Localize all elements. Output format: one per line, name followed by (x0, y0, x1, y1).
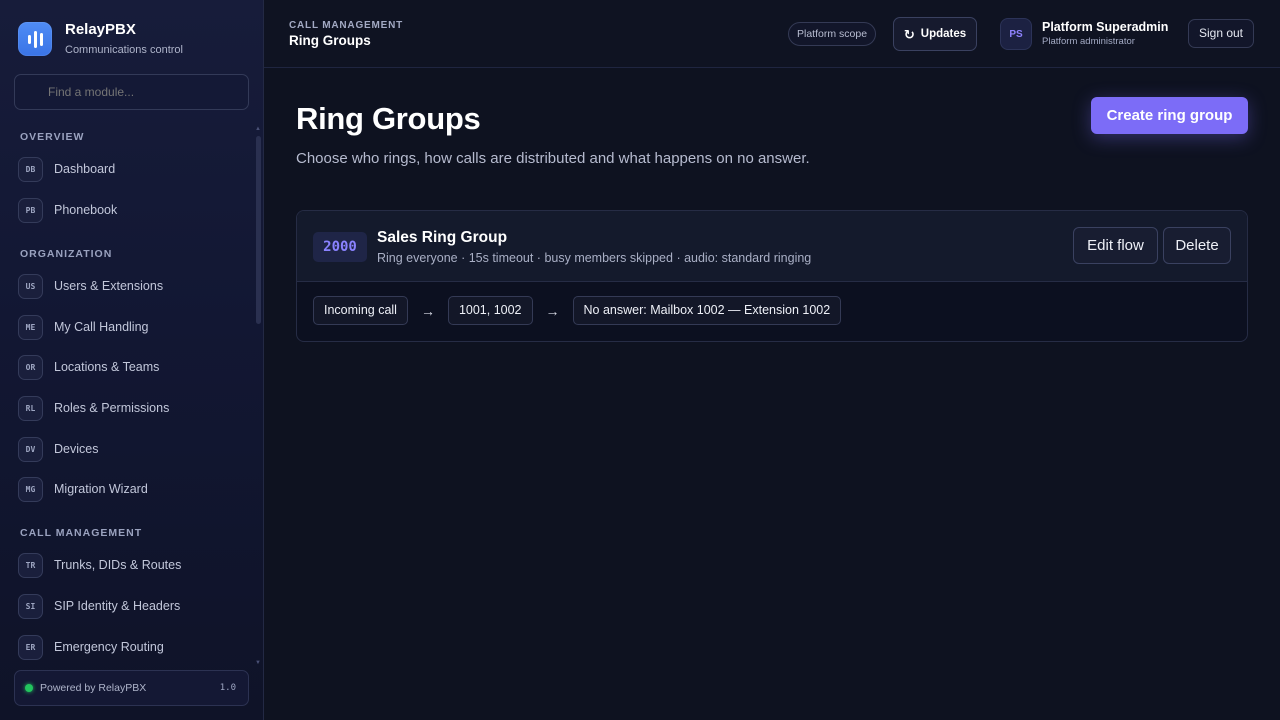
sidebar-item-label: Trunks, DIDs & Routes (54, 558, 182, 572)
sidebar-scroll-thumb[interactable] (256, 136, 261, 324)
sidebar-item-label: Dashboard (54, 162, 116, 176)
page-title: Ring Groups (296, 101, 481, 136)
sidebar-item-label: Migration Wizard (54, 482, 148, 496)
flow-step-incoming-call: Incoming call (313, 296, 408, 325)
ring-group-number: 2000 (313, 232, 367, 262)
sidebar-item-dashboard[interactable]: DB Dashboard (18, 156, 115, 182)
sidebar-item-phonebook[interactable]: PB Phonebook (18, 197, 117, 223)
sidebar-item-trunks-dids-routes[interactable]: TR Trunks, DIDs & Routes (18, 552, 181, 578)
flow-step-members: 1001, 1002 (447, 296, 533, 325)
sidebar-item-label: Devices (54, 442, 99, 456)
flow-step-no-answer: No answer: Mailbox 1002 — Extension 1002 (572, 296, 842, 325)
ring-group-meta: Ring everyone · 15s timeout · busy membe… (377, 251, 812, 265)
sip-identity-badge-icon: SI (18, 593, 43, 619)
version-label: 1.0 (219, 683, 236, 693)
sidebar-item-label: Emergency Routing (54, 640, 164, 654)
users-badge-icon: US (18, 273, 43, 299)
edit-flow-button[interactable]: Edit flow (1073, 227, 1158, 264)
breadcrumb-section: CALL MANAGEMENT (289, 20, 404, 31)
nav-section-overview: OVERVIEW (20, 131, 85, 143)
brand-name: RelayPBX (65, 21, 136, 38)
sidebar-item-label: Users & Extensions (54, 279, 164, 293)
create-ring-group-button[interactable]: Create ring group (1091, 97, 1248, 134)
devices-badge-icon: DV (18, 436, 43, 462)
sidebar-item-devices[interactable]: DV Devices (18, 436, 98, 462)
nav-section-call-management: CALL MANAGEMENT (20, 527, 143, 539)
sidebar-item-label: My Call Handling (54, 320, 149, 334)
avatar[interactable]: PS (1000, 18, 1032, 50)
refresh-icon: ↻ (903, 26, 915, 42)
ring-group-header: 2000 Sales Ring Group Ring everyone · 15… (297, 211, 1247, 282)
sidebar-item-sip-identity-headers[interactable]: SI SIP Identity & Headers (18, 593, 180, 619)
sidebar-item-label: Phonebook (54, 203, 118, 217)
nav-section-organization: ORGANIZATION (20, 248, 113, 260)
relaypbx-logo-icon (18, 22, 52, 56)
sidebar-item-emergency-routing[interactable]: ER Emergency Routing (18, 634, 164, 660)
top-bar: CALL MANAGEMENT Ring Groups Platform sco… (264, 0, 1280, 68)
updates-button[interactable]: ↻ Updates (893, 17, 977, 51)
user-name: Platform Superadmin (1042, 20, 1169, 34)
updates-label: Updates (920, 28, 967, 40)
scope-badge: Platform scope (788, 22, 877, 46)
sidebar: RelayPBX Communications control OVERVIEW… (0, 0, 264, 720)
arrow-right-icon: → (545, 302, 560, 319)
delete-button[interactable]: Delete (1163, 227, 1231, 264)
my-call-handling-badge-icon: ME (18, 314, 43, 340)
status-dot-icon (25, 684, 33, 692)
brand[interactable]: RelayPBX Communications control (18, 20, 183, 58)
brand-subtitle: Communications control (65, 44, 183, 56)
breadcrumb-title: Ring Groups (289, 33, 371, 48)
roles-badge-icon: RL (18, 395, 43, 421)
sidebar-item-label: Locations & Teams (54, 360, 160, 374)
arrow-right-icon: → (420, 302, 435, 319)
sidebar-item-users-extensions[interactable]: US Users & Extensions (18, 273, 163, 299)
sidebar-item-roles-permissions[interactable]: RL Roles & Permissions (18, 395, 169, 421)
phonebook-badge-icon: PB (18, 197, 43, 223)
ring-group-flow: Incoming call → 1001, 1002 → No answer: … (313, 296, 842, 325)
sidebar-item-migration-wizard[interactable]: MG Migration Wizard (18, 476, 148, 502)
ring-group-card: 2000 Sales Ring Group Ring everyone · 15… (296, 210, 1248, 342)
sign-out-button[interactable]: Sign out (1188, 19, 1254, 48)
trunks-badge-icon: TR (18, 552, 43, 578)
migration-badge-icon: MG (18, 476, 43, 502)
powered-by-text: Powered by RelayPBX (40, 682, 147, 694)
sidebar-item-label: SIP Identity & Headers (54, 599, 181, 613)
page-subtitle: Choose who rings, how calls are distribu… (296, 150, 810, 167)
emergency-badge-icon: ER (18, 634, 43, 660)
sidebar-item-locations-teams[interactable]: OR Locations & Teams (18, 354, 159, 380)
ring-group-name: Sales Ring Group (377, 229, 508, 246)
module-search-input[interactable] (14, 74, 249, 110)
user-role: Platform administrator (1042, 36, 1135, 47)
scroll-down-arrow-icon[interactable]: ▼ (254, 660, 262, 666)
dashboard-badge-icon: DB (18, 156, 43, 182)
sidebar-item-label: Roles & Permissions (54, 401, 170, 415)
locations-badge-icon: OR (18, 354, 43, 380)
powered-by-footer: Powered by RelayPBX 1.0 (14, 670, 249, 706)
sidebar-item-my-call-handling[interactable]: ME My Call Handling (18, 314, 148, 340)
scroll-up-arrow-icon[interactable]: ▲ (254, 126, 262, 132)
